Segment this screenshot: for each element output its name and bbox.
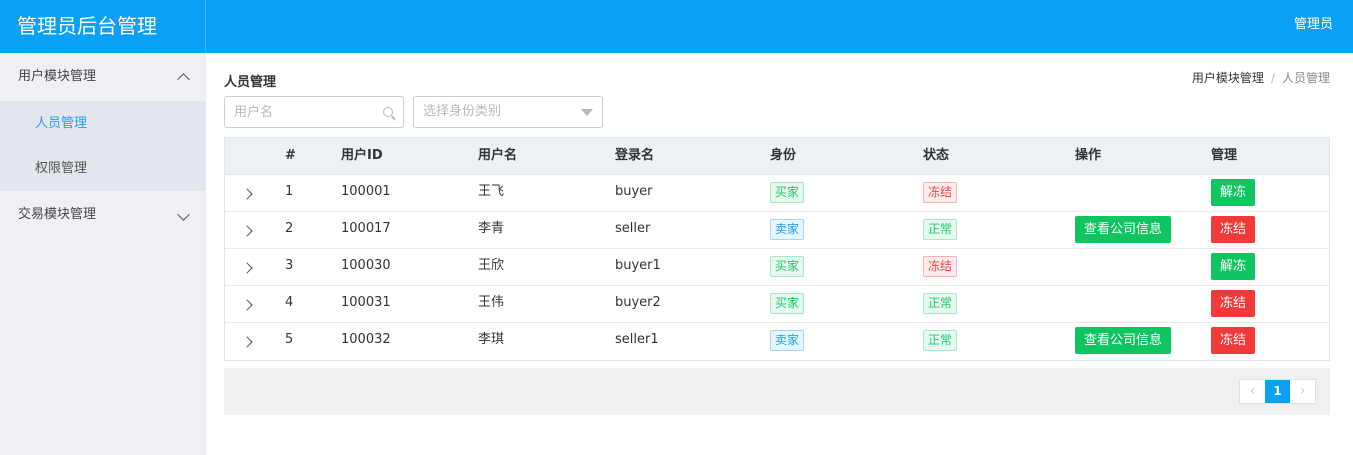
cell-login: buyer1	[615, 258, 661, 273]
cell-username: 王伟	[478, 295, 505, 310]
top-bar: 管理员后台管理 管理员	[0, 0, 1353, 53]
table-row: 3 100030 王欣 buyer1 买家 冻结 解冻	[225, 249, 1329, 286]
breadcrumb-item-user-module[interactable]: 用户模块管理	[1192, 71, 1264, 85]
freeze-button[interactable]: 冻结	[1211, 327, 1256, 354]
cell-login: seller	[615, 221, 651, 236]
cell-user-id: 100032	[341, 332, 391, 347]
cell-index: 5	[285, 332, 294, 347]
sidebar-item-permissions[interactable]: 权限管理	[0, 146, 206, 191]
identity-tag: 买家	[770, 256, 805, 277]
breadcrumb-item-current: 人员管理	[1281, 71, 1330, 85]
main-content: 人员管理 用户模块管理 / 人员管理 选择身份类别 # 用户ID 用户名 登录名 身…	[206, 53, 1353, 455]
cell-username: 王飞	[478, 184, 505, 199]
freeze-button[interactable]: 冻结	[1211, 290, 1256, 317]
column-header-username: 用户名	[478, 148, 518, 163]
column-header-manage: 管理	[1211, 148, 1238, 163]
pagination-bar: ‹ 1 ›	[224, 368, 1330, 415]
column-header-login: 登录名	[615, 148, 655, 163]
identity-tag: 卖家	[770, 219, 805, 240]
cell-login: seller1	[615, 332, 659, 347]
cell-user-id: 100001	[341, 184, 391, 199]
unfreeze-button[interactable]: 解冻	[1211, 179, 1256, 206]
column-header-index: #	[285, 148, 296, 163]
table-header: # 用户ID 用户名 登录名 身份 状态 操作 管理	[225, 138, 1329, 175]
username-search	[224, 96, 404, 128]
freeze-button[interactable]: 冻结	[1211, 216, 1256, 243]
identity-tag: 卖家	[770, 330, 805, 351]
page-button-1[interactable]: 1	[1265, 380, 1290, 403]
table-row: 2 100017 李青 seller 卖家 正常 查看公司信息 冻结	[225, 212, 1329, 249]
pagination: ‹ 1 ›	[1239, 379, 1316, 404]
cell-index: 3	[285, 258, 294, 273]
next-page-button[interactable]: ›	[1290, 380, 1315, 403]
sidebar: 用户模块管理 人员管理 权限管理 交易模块管理	[0, 53, 206, 455]
identity-select-placeholder: 选择身份类别	[423, 104, 502, 119]
cell-user-id: 100031	[341, 295, 391, 310]
cell-index: 2	[285, 221, 294, 236]
column-header-status: 状态	[923, 148, 950, 163]
cell-index: 1	[285, 184, 294, 199]
cell-user-id: 100017	[341, 221, 391, 236]
chevron-right-icon[interactable]	[241, 262, 253, 274]
page-title: 人员管理	[224, 75, 277, 90]
search-icon[interactable]	[383, 107, 393, 117]
status-tag: 正常	[923, 330, 958, 351]
table-row: 1 100001 王飞 buyer 买家 冻结 解冻	[225, 175, 1329, 212]
sidebar-group-label: 用户模块管理	[18, 69, 97, 84]
prev-page-button[interactable]: ‹	[1240, 380, 1265, 403]
chevron-down-icon	[177, 191, 190, 239]
chevron-right-icon[interactable]	[241, 188, 253, 200]
sidebar-group-label: 交易模块管理	[18, 207, 97, 222]
identity-tag: 买家	[770, 182, 805, 203]
user-menu[interactable]: 管理员	[1294, 0, 1333, 53]
cell-user-id: 100030	[341, 258, 391, 273]
sidebar-group-trade-module[interactable]: 交易模块管理	[0, 191, 206, 239]
column-header-action: 操作	[1075, 148, 1102, 163]
table-row: 5 100032 李琪 seller1 卖家 正常 查看公司信息 冻结	[225, 323, 1329, 360]
sidebar-item-personnel[interactable]: 人员管理	[0, 101, 206, 146]
unfreeze-button[interactable]: 解冻	[1211, 253, 1256, 280]
cell-username: 王欣	[478, 258, 505, 273]
cell-index: 4	[285, 295, 294, 310]
cell-username: 李青	[478, 221, 505, 236]
sidebar-group-user-module[interactable]: 用户模块管理	[0, 53, 206, 101]
cell-login: buyer2	[615, 295, 661, 310]
cell-username: 李琪	[478, 332, 505, 347]
status-tag: 冻结	[923, 256, 958, 277]
breadcrumb-separator: /	[1270, 71, 1275, 85]
identity-tag: 买家	[770, 293, 805, 314]
chevron-right-icon[interactable]	[241, 336, 253, 348]
column-header-user-id: 用户ID	[341, 148, 383, 163]
caret-down-icon	[581, 109, 593, 116]
view-company-info-button[interactable]: 查看公司信息	[1075, 216, 1172, 243]
sidebar-submenu: 人员管理 权限管理	[0, 101, 206, 191]
status-tag: 正常	[923, 293, 958, 314]
status-tag: 正常	[923, 219, 958, 240]
breadcrumb: 用户模块管理 / 人员管理	[1192, 69, 1330, 86]
status-tag: 冻结	[923, 182, 958, 203]
chevron-up-icon	[177, 53, 190, 104]
users-table: # 用户ID 用户名 登录名 身份 状态 操作 管理 1 100001 王飞 b…	[224, 137, 1330, 361]
view-company-info-button[interactable]: 查看公司信息	[1075, 327, 1172, 354]
chevron-right-icon[interactable]	[241, 299, 253, 311]
identity-select[interactable]: 选择身份类别	[413, 96, 603, 128]
chevron-right-icon[interactable]	[241, 225, 253, 237]
cell-login: buyer	[615, 184, 653, 199]
column-header-identity: 身份	[770, 148, 797, 163]
app-title: 管理员后台管理	[0, 0, 206, 53]
table-row: 4 100031 王伟 buyer2 买家 正常 冻结	[225, 286, 1329, 323]
username-search-input[interactable]	[225, 97, 365, 127]
